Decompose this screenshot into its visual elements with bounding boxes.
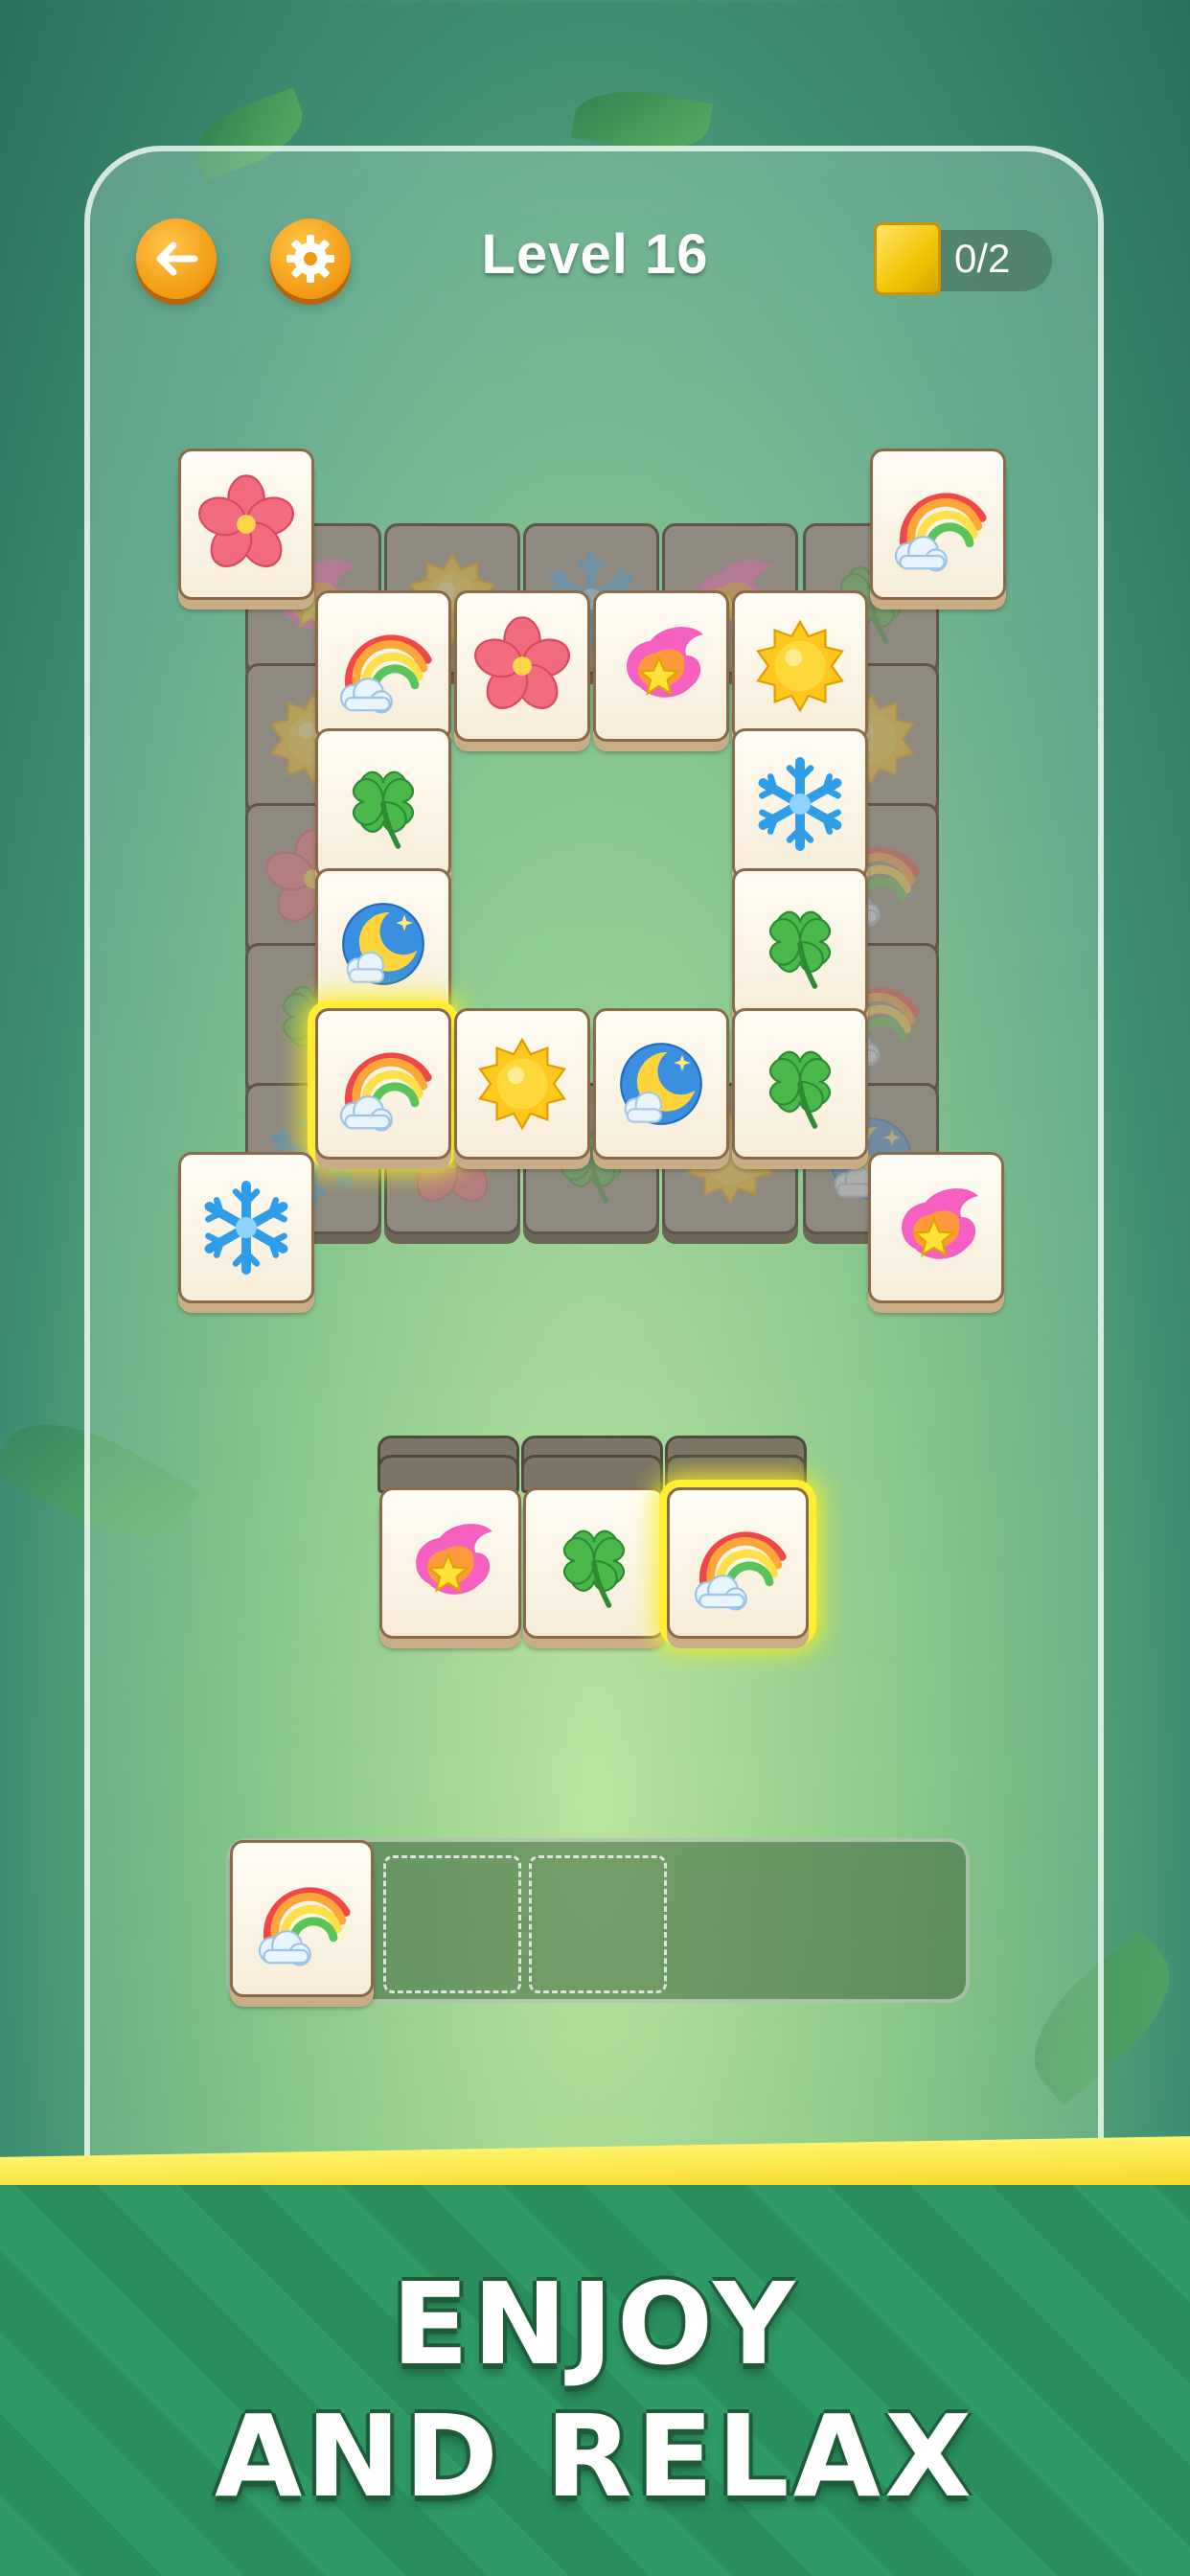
banner-line-2: AND RELAX	[214, 2390, 976, 2522]
banner-line-1: ENJOY	[391, 2258, 799, 2390]
tray-tile-rainbow[interactable]	[230, 1840, 374, 1997]
board-tile-snowflake[interactable]	[732, 728, 868, 880]
comet-icon	[608, 613, 714, 719]
board-tile-rainbow-highlighted[interactable]	[315, 1008, 451, 1160]
rainbow-icon	[685, 1510, 790, 1616]
board-tile-rainbow[interactable]	[870, 448, 1006, 600]
back-button[interactable]	[136, 218, 217, 299]
board-tile-rainbow[interactable]	[315, 590, 451, 742]
stack-tile-comet[interactable]	[379, 1487, 521, 1639]
stack-tile-rainbow-highlighted[interactable]	[667, 1487, 809, 1639]
stack-tile-clover[interactable]	[523, 1487, 665, 1639]
goal-counter-text: 0/2	[954, 236, 1011, 281]
level-title: Level 16	[481, 223, 709, 286]
board-tile-snowflake[interactable]	[178, 1152, 314, 1303]
clover-icon	[541, 1510, 647, 1616]
board-tile-flower[interactable]	[454, 590, 590, 742]
board-tile-moon[interactable]	[315, 868, 451, 1020]
clover-icon	[331, 751, 436, 857]
rainbow-icon	[331, 613, 436, 719]
flower-icon	[469, 613, 575, 719]
tray-slot-empty	[529, 1855, 667, 1993]
rainbow-icon	[885, 472, 991, 577]
comet-icon	[883, 1175, 989, 1280]
rainbow-icon	[331, 1031, 436, 1137]
tray-slot-empty	[383, 1855, 521, 1993]
sun-icon	[747, 613, 853, 719]
goal-counter: 0/2	[874, 222, 1052, 295]
settings-button[interactable]	[270, 218, 351, 299]
board-tile-sun[interactable]	[454, 1008, 590, 1160]
board-tile-moon[interactable]	[593, 1008, 729, 1160]
flower-icon	[194, 472, 299, 577]
moon-icon	[608, 1031, 714, 1137]
gear-icon	[286, 235, 334, 283]
gold-tile-icon	[874, 222, 941, 295]
snowflake-icon	[747, 751, 853, 857]
clover-icon	[747, 1031, 853, 1137]
board-tile-clover[interactable]	[315, 728, 451, 880]
arrow-left-icon	[156, 242, 198, 276]
board-tile-comet[interactable]	[593, 590, 729, 742]
moon-icon	[331, 891, 436, 997]
sun-icon	[469, 1031, 575, 1137]
board-tile-comet[interactable]	[868, 1152, 1004, 1303]
board-tile-clover[interactable]	[732, 868, 868, 1020]
board-tile-flower[interactable]	[178, 448, 314, 600]
comet-icon	[398, 1510, 503, 1616]
rainbow-icon	[249, 1866, 355, 1971]
board-tile-sun[interactable]	[732, 590, 868, 742]
snowflake-icon	[194, 1175, 299, 1280]
board-tile-clover[interactable]	[732, 1008, 868, 1160]
clover-icon	[747, 891, 853, 997]
promo-banner: ENJOY AND RELAX	[0, 2185, 1190, 2576]
